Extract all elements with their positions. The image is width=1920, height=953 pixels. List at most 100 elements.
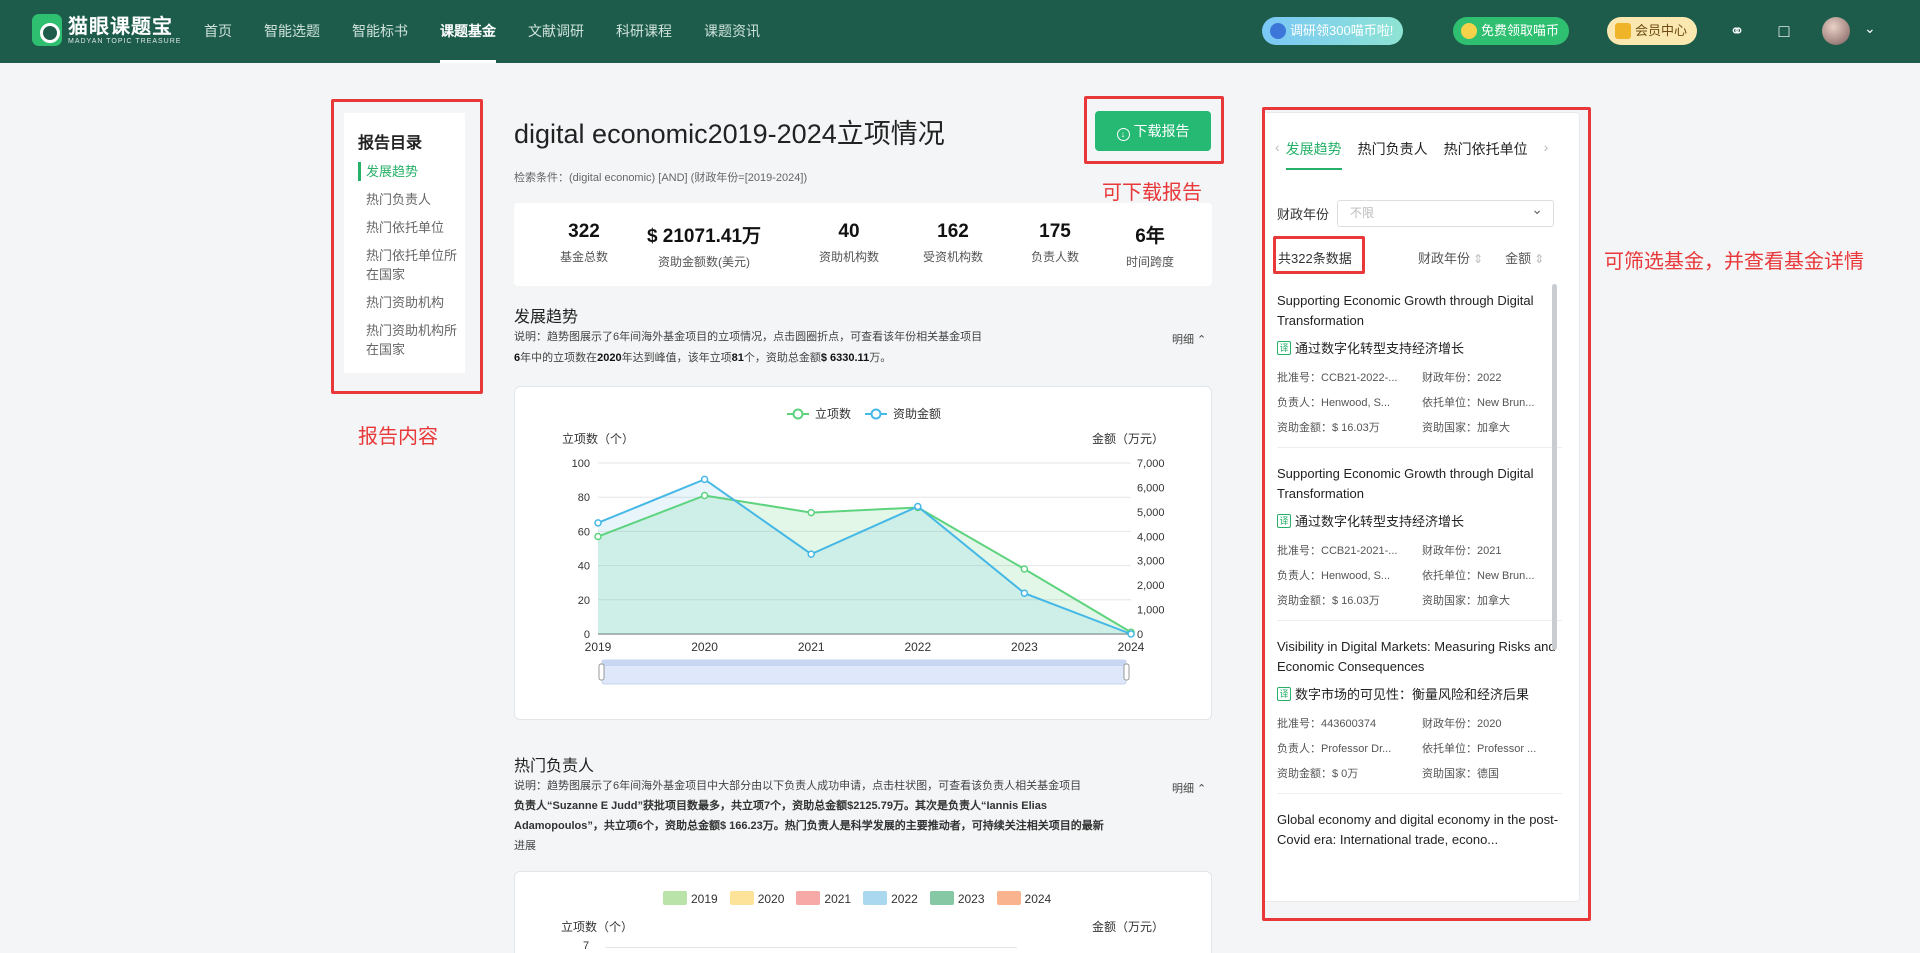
stat-value: 162: [937, 221, 969, 242]
stat-label: 负责人数: [1030, 250, 1079, 264]
legend-marker: [870, 408, 882, 420]
trend-chart: 立项数 资助金额立项数（个） 金额（万元）02040608010001,0002,0…: [562, 406, 1165, 685]
data-point[interactable]: [914, 502, 922, 511]
logo-subtitle: MADYAN TOPIC TREASURE: [68, 37, 182, 45]
y-tick-right: 4,000: [1137, 531, 1165, 543]
stat-span: 6年时间跨度: [1115, 221, 1185, 270]
legend-swatch: [796, 891, 821, 905]
stat-value: 6年: [1135, 226, 1165, 247]
y-tick-left: 80: [578, 492, 590, 504]
stat-recipients: 162 受资机构数: [913, 221, 993, 265]
stat-value: 175: [1039, 221, 1071, 242]
stat-label: 资助机构数: [818, 250, 879, 264]
legend-swatch: [729, 891, 754, 905]
legend-swatch: [663, 891, 687, 905]
x-tick: 2020: [691, 640, 718, 654]
free-coins-label: 免费领取喵币: [1481, 23, 1560, 38]
nav-topic-fund[interactable]: 课题基金: [440, 0, 496, 63]
data-point[interactable]: [1020, 589, 1029, 597]
y-tick-left: 20: [578, 595, 590, 607]
y-tick-right: 3,000: [1137, 556, 1165, 568]
legend-2024[interactable]: 2024: [996, 891, 1051, 906]
legend-label[interactable]: 立项数: [815, 406, 851, 421]
nav-smart-proposal[interactable]: 智能标书: [352, 0, 408, 63]
legend-2020[interactable]: 2020: [729, 891, 784, 906]
data-point[interactable]: [594, 532, 602, 541]
stat-label: 时间跨度: [1125, 255, 1174, 269]
data-point[interactable]: [807, 508, 815, 517]
vip-center-label: 会员中心: [1635, 23, 1688, 38]
nav-literature[interactable]: 文献调研: [528, 0, 584, 63]
legend-2022[interactable]: 2022: [863, 891, 918, 906]
annotation-report-content: 报告内容: [358, 426, 438, 448]
legend-2019[interactable]: 2019: [663, 891, 718, 906]
highlight-box-total: [1273, 236, 1365, 274]
leaders-y-tick: 7: [583, 940, 590, 952]
zoom-handle-right[interactable]: [1123, 663, 1130, 681]
trend-description: 说明：趋势图展示了6年间海外基金项目的立项情况，点击圆圈折点，可查看该年份相关基…: [514, 327, 982, 369]
stat-value: 40: [838, 221, 860, 242]
x-tick: 2024: [1118, 640, 1145, 654]
annotation-download: 可下载报告: [1102, 182, 1202, 204]
survey-promo-button[interactable]: 调研领300喵币啦!: [1262, 17, 1404, 45]
trend-detail-toggle[interactable]: 明细 ⌃: [1172, 331, 1206, 347]
zoom-handle-left[interactable]: [598, 663, 605, 681]
highlight-box-download: [1084, 96, 1224, 164]
message-icon[interactable]: □: [1773, 20, 1795, 42]
legend-2023[interactable]: 2023: [929, 891, 985, 906]
y-tick-left: 40: [578, 561, 590, 573]
top-navbar: 猫眼课题宝 MADYAN TOPIC TREASURE 首页 智能选题 智能标书…: [0, 0, 1920, 63]
chevron-down-icon[interactable]: ⌄: [1864, 20, 1876, 37]
annotation-filter: 可筛选基金，并查看基金详情: [1604, 251, 1864, 273]
data-point[interactable]: [700, 475, 709, 484]
highlight-box-panel: [1262, 107, 1591, 921]
trend-desc-line-2: 6年中的立项数在2020年达到峰值，该年立项81个，资助总金额$ 6330.11…: [514, 352, 892, 364]
coin-icon: [1461, 23, 1477, 39]
stat-value: 322: [568, 221, 600, 242]
leaders-description: 说明：趋势图展示了6年间海外基金项目中大部分由以下负责人成功申请，点击柱状图，可…: [514, 776, 1154, 856]
highlight-box-catalog: [331, 99, 483, 394]
zoom-slider-bar: [602, 660, 1126, 666]
headset-icon[interactable]: ⚭: [1726, 20, 1748, 42]
x-tick: 2022: [904, 640, 931, 654]
nav-courses[interactable]: 科研课程: [616, 0, 672, 63]
legend-label[interactable]: 资助金额: [893, 406, 941, 421]
legend-2021[interactable]: 2021: [796, 891, 851, 906]
trend-desc-line-1: 说明：趋势图展示了6年间海外基金项目的立项情况，点击圆圈折点，可查看该年份相关基…: [514, 331, 983, 343]
stat-label: 基金总数: [559, 250, 608, 264]
stats-summary: 322 基金总数 $ 21071.41万 资助金额数(美元) 40 资助机构数 162…: [514, 203, 1212, 286]
stat-leaders: 175 负责人数: [1015, 221, 1095, 265]
free-coins-button[interactable]: 免费领取喵币: [1453, 17, 1570, 45]
search-criteria: 检索条件：(digital economic) [AND] (财政年份=[201…: [514, 172, 808, 184]
series-area: [598, 479, 1131, 634]
logo[interactable]: 猫眼课题宝 MADYAN TOPIC TREASURE: [32, 14, 181, 46]
y-tick-right: 6,000: [1137, 482, 1165, 494]
leaders-gridline: [605, 947, 1017, 948]
stat-total-amount: $ 21071.41万 资助金额数(美元): [639, 221, 769, 270]
cat-eye-logo-icon: [32, 14, 62, 46]
data-point[interactable]: [807, 550, 815, 558]
data-point[interactable]: [594, 519, 602, 527]
stat-label: 受资机构数: [922, 250, 983, 264]
y-tick-right: 2,000: [1137, 580, 1165, 592]
y-axis-right-title: 金额（万元）: [1092, 431, 1164, 446]
leaders-chart-card: 2019 2020 2021 2022 2023 2024 立项数（个） 金额（…: [514, 871, 1212, 953]
vip-center-button[interactable]: 会员中心: [1607, 17, 1698, 45]
legend-swatch: [996, 891, 1021, 905]
data-point[interactable]: [1020, 565, 1029, 573]
trend-section-title: 发展趋势: [514, 309, 579, 326]
user-avatar[interactable]: [1822, 17, 1850, 45]
leaders-desc-line-1: 说明：趋势图展示了6年间海外基金项目中大部分由以下负责人成功申请，点击柱状图，可…: [514, 780, 1082, 792]
crown-icon: [1615, 23, 1631, 39]
legend-swatch: [863, 891, 888, 905]
leaders-detail-toggle[interactable]: 明细 ⌃: [1172, 780, 1206, 796]
leaders-y-right-label: 金额（万元）: [1092, 920, 1165, 934]
survey-icon: [1270, 23, 1286, 39]
data-point[interactable]: [700, 491, 709, 500]
data-point[interactable]: [1127, 630, 1135, 638]
nav-home[interactable]: 首页: [204, 0, 232, 63]
nav-news[interactable]: 课题资讯: [704, 0, 760, 63]
survey-promo-label: 调研领300喵币啦!: [1290, 23, 1394, 38]
page-title: digital economic2019-2024立项情况: [514, 119, 945, 149]
nav-smart-topic[interactable]: 智能选题: [264, 0, 320, 63]
